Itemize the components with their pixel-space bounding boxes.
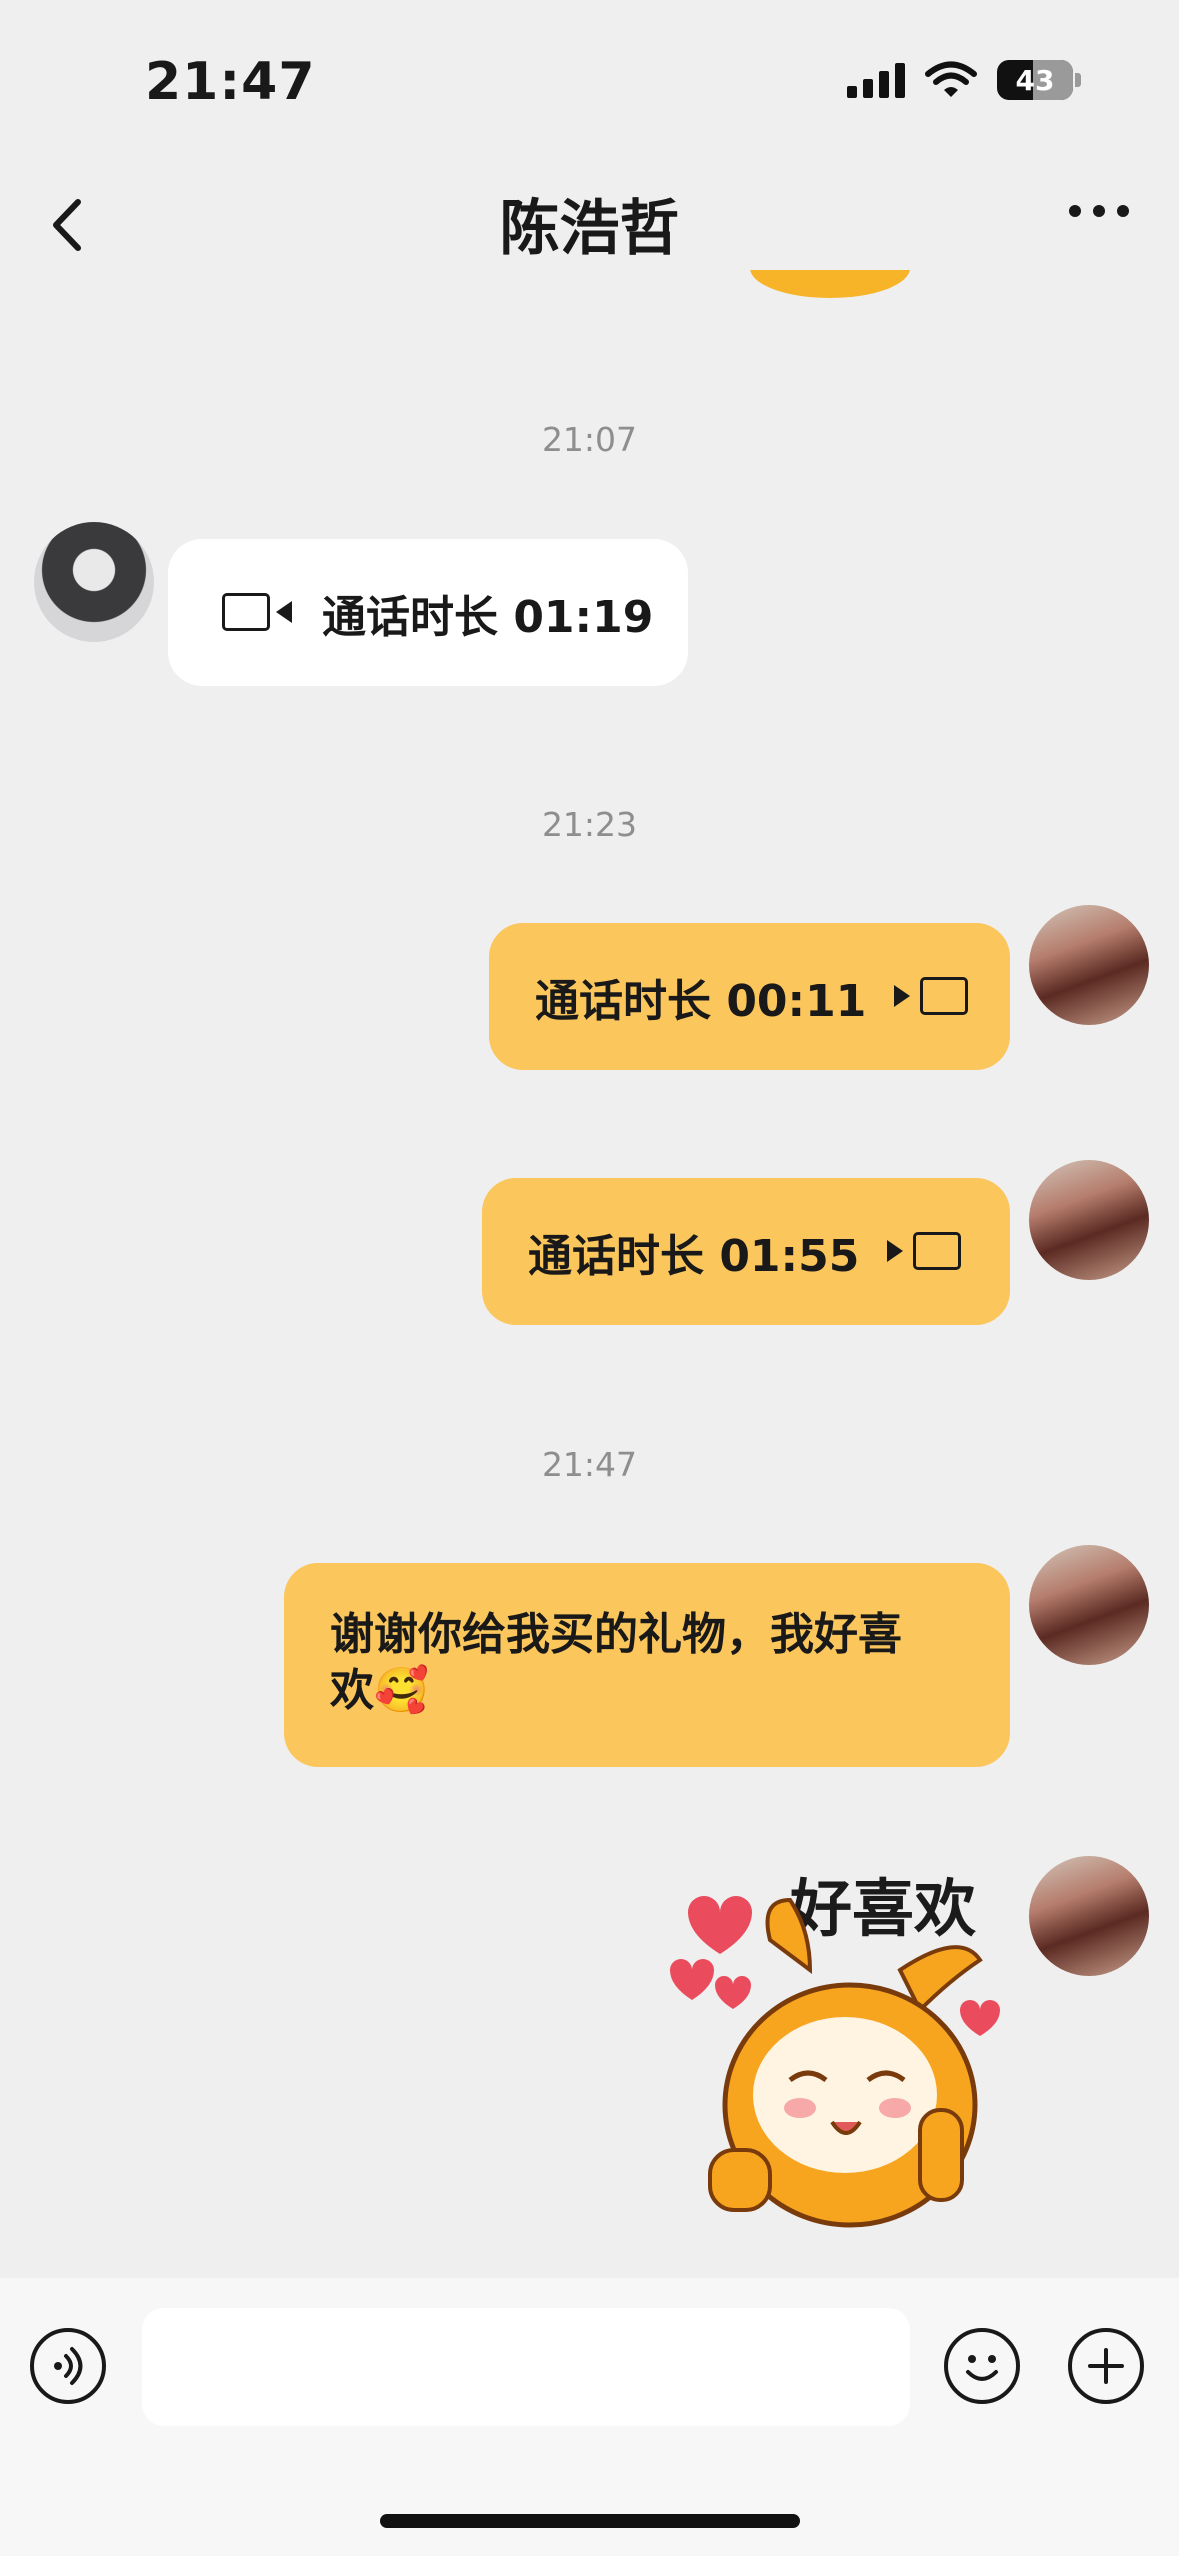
emoji-icon bbox=[966, 2355, 998, 2381]
voice-button[interactable] bbox=[30, 2328, 106, 2404]
wifi-icon bbox=[925, 61, 977, 97]
message-input[interactable] bbox=[142, 2308, 910, 2426]
status-time: 21:47 bbox=[145, 52, 316, 112]
sticker-image[interactable]: 好喜欢 bbox=[650, 1860, 1010, 2240]
call-duration-text: 通话时长 01:19 bbox=[322, 591, 654, 643]
emoji-button[interactable] bbox=[944, 2328, 1020, 2404]
more-functions-button[interactable] bbox=[1068, 2328, 1144, 2404]
more-options-button[interactable] bbox=[1069, 205, 1129, 217]
incoming-call-bubble[interactable]: 通话时长 01:19 bbox=[168, 539, 688, 686]
home-indicator[interactable] bbox=[380, 2514, 800, 2528]
chat-title: 陈浩哲 bbox=[499, 194, 680, 264]
contact-avatar[interactable] bbox=[34, 522, 154, 642]
timestamp: 21:07 bbox=[541, 420, 638, 459]
timestamp: 21:47 bbox=[541, 1445, 638, 1484]
battery-level: 43 bbox=[1015, 63, 1055, 97]
video-camera-icon bbox=[887, 1231, 962, 1272]
my-avatar[interactable] bbox=[1029, 1856, 1149, 1976]
video-camera-icon bbox=[222, 592, 296, 633]
call-duration-text: 通话时长 01:55 bbox=[528, 1230, 860, 1282]
voice-icon bbox=[54, 2347, 83, 2385]
timestamp: 21:23 bbox=[541, 805, 638, 844]
status-icons: 43 bbox=[847, 60, 1081, 100]
ellipsis-icon bbox=[1069, 205, 1129, 217]
my-avatar[interactable] bbox=[1029, 905, 1149, 1025]
cellular-signal-icon bbox=[847, 62, 905, 98]
battery-icon: 43 bbox=[997, 60, 1073, 100]
outgoing-call-bubble[interactable]: 通话时长 00:11 bbox=[489, 923, 1010, 1070]
previous-sticker-fragment bbox=[750, 270, 910, 298]
video-camera-icon bbox=[894, 976, 969, 1017]
call-duration-text: 通话时长 00:11 bbox=[535, 975, 867, 1027]
outgoing-call-bubble[interactable]: 通话时长 01:55 bbox=[482, 1178, 1010, 1325]
my-avatar[interactable] bbox=[1029, 1545, 1149, 1665]
message-text-line: 谢谢你给我买的礼物，我好喜 bbox=[330, 1609, 902, 1660]
message-text-line: 欢🥰 bbox=[330, 1665, 429, 1716]
outgoing-text-bubble[interactable]: 谢谢你给我买的礼物，我好喜 欢🥰 bbox=[284, 1563, 1010, 1767]
sticker-caption: 好喜欢 bbox=[789, 1872, 976, 1945]
plus-icon bbox=[1088, 2348, 1124, 2384]
my-avatar[interactable] bbox=[1029, 1160, 1149, 1280]
